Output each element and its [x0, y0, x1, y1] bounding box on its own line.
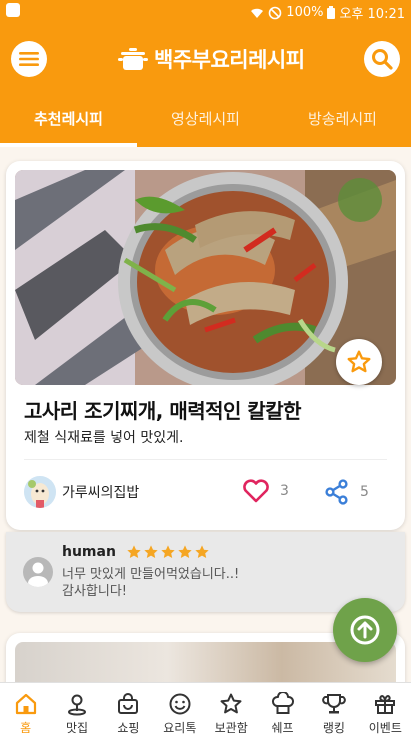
chef-hat-icon [271, 692, 294, 714]
tab-recommended[interactable]: 추천레시피 [0, 98, 137, 147]
author-name[interactable]: 가루씨의집밥 [62, 482, 139, 502]
map-pin-icon [68, 694, 87, 716]
share-count: 5 [360, 484, 369, 500]
scroll-top-button[interactable] [333, 598, 397, 662]
comment-line-2: 감사합니다! [62, 584, 128, 599]
nav-label: 홈 [20, 721, 32, 735]
nav-label: 쇼핑 [117, 721, 140, 735]
tab-broadcast[interactable]: 방송레시피 [274, 98, 411, 147]
status-bar: 100% 오후 10:21 [0, 0, 411, 24]
rating-star-icon [195, 545, 209, 558]
like-button[interactable]: 3 [242, 479, 289, 503]
divider [24, 459, 387, 460]
bookmark-button[interactable] [336, 339, 382, 385]
bottom-navigation: 홈 맛집 쇼핑 요리톡 보관함 쉐프 랭킹 이벤트 [0, 682, 411, 740]
user-avatar-icon [23, 557, 53, 587]
nav-cooking-talk[interactable]: 요리톡 [154, 683, 205, 740]
wifi-icon [251, 8, 264, 18]
hamburger-icon [19, 52, 39, 66]
notification-icon [6, 3, 20, 17]
app-logo: 백주부요리레시피 [118, 44, 305, 74]
trophy-icon [322, 694, 346, 714]
recipe-title[interactable]: 고사리 조기찌개, 매력적인 칼칼한 [24, 395, 302, 424]
smile-icon [169, 693, 191, 715]
app-title: 백주부요리레시피 [154, 48, 305, 72]
nav-chef[interactable]: 쉐프 [257, 683, 308, 740]
comment-username: human [62, 544, 116, 560]
recipe-card[interactable]: 고사리 조기찌개, 매력적인 칼칼한 제철 식재료를 넣어 맛있게. 가루씨의집… [6, 161, 405, 530]
heart-icon [243, 479, 269, 503]
menu-button[interactable] [11, 41, 47, 77]
rating-star-icon [127, 545, 141, 558]
shopping-bag-icon [118, 693, 139, 714]
gift-icon [375, 695, 396, 714]
nav-shopping[interactable]: 쇼핑 [103, 683, 154, 740]
comment-line-1: 너무 맛있게 만들어먹었습니다..! [62, 567, 240, 582]
home-icon [15, 693, 36, 715]
rating-stars [126, 544, 210, 560]
like-count: 3 [280, 483, 289, 499]
nav-restaurants[interactable]: 맛집 [51, 683, 102, 740]
recipe-subtitle: 제철 식재료를 넣어 맛있게. [24, 430, 184, 446]
rating-star-icon [161, 545, 175, 558]
author-info[interactable]: 가루씨의집밥 [24, 476, 139, 508]
app-bar: 백주부요리레시피 [0, 24, 411, 98]
share-button[interactable]: 5 [324, 479, 369, 505]
share-icon [325, 479, 348, 505]
nav-ranking[interactable]: 랭킹 [308, 683, 359, 740]
nav-event[interactable]: 이벤트 [360, 683, 411, 740]
rating-star-icon [144, 545, 158, 558]
nav-label: 랭킹 [322, 721, 345, 735]
status-indicators: 100% 오후 10:21 [250, 3, 405, 22]
nav-label: 맛집 [66, 721, 89, 735]
nav-label: 보관함 [214, 721, 248, 735]
author-avatar [24, 476, 56, 508]
search-icon [372, 49, 393, 70]
search-button[interactable] [364, 41, 400, 77]
nav-label: 이벤트 [368, 721, 402, 735]
nav-label: 쉐프 [271, 721, 294, 735]
nav-saved[interactable]: 보관함 [206, 683, 257, 740]
battery-icon [327, 6, 336, 19]
comment-text: 너무 맛있게 만들어먹었습니다..! 감사합니다! [62, 566, 239, 600]
star-outline-icon [347, 350, 371, 373]
nav-label: 요리톡 [163, 721, 197, 735]
mute-icon [268, 6, 282, 19]
category-tabs: 추천레시피 영상레시피 방송레시피 [0, 98, 411, 147]
rating-star-icon [178, 545, 192, 558]
clock: 오후 10:21 [339, 7, 405, 22]
star-icon [220, 693, 242, 714]
comment-preview[interactable]: human 너무 맛있게 만들어먹었습니다..! 감사합니다! [6, 532, 405, 612]
arrow-up-circle-icon [350, 615, 380, 645]
nav-home[interactable]: 홈 [0, 683, 51, 740]
tab-video[interactable]: 영상레시피 [137, 98, 274, 147]
cooking-pot-icon [118, 48, 148, 70]
battery-percent: 100% [286, 5, 324, 20]
